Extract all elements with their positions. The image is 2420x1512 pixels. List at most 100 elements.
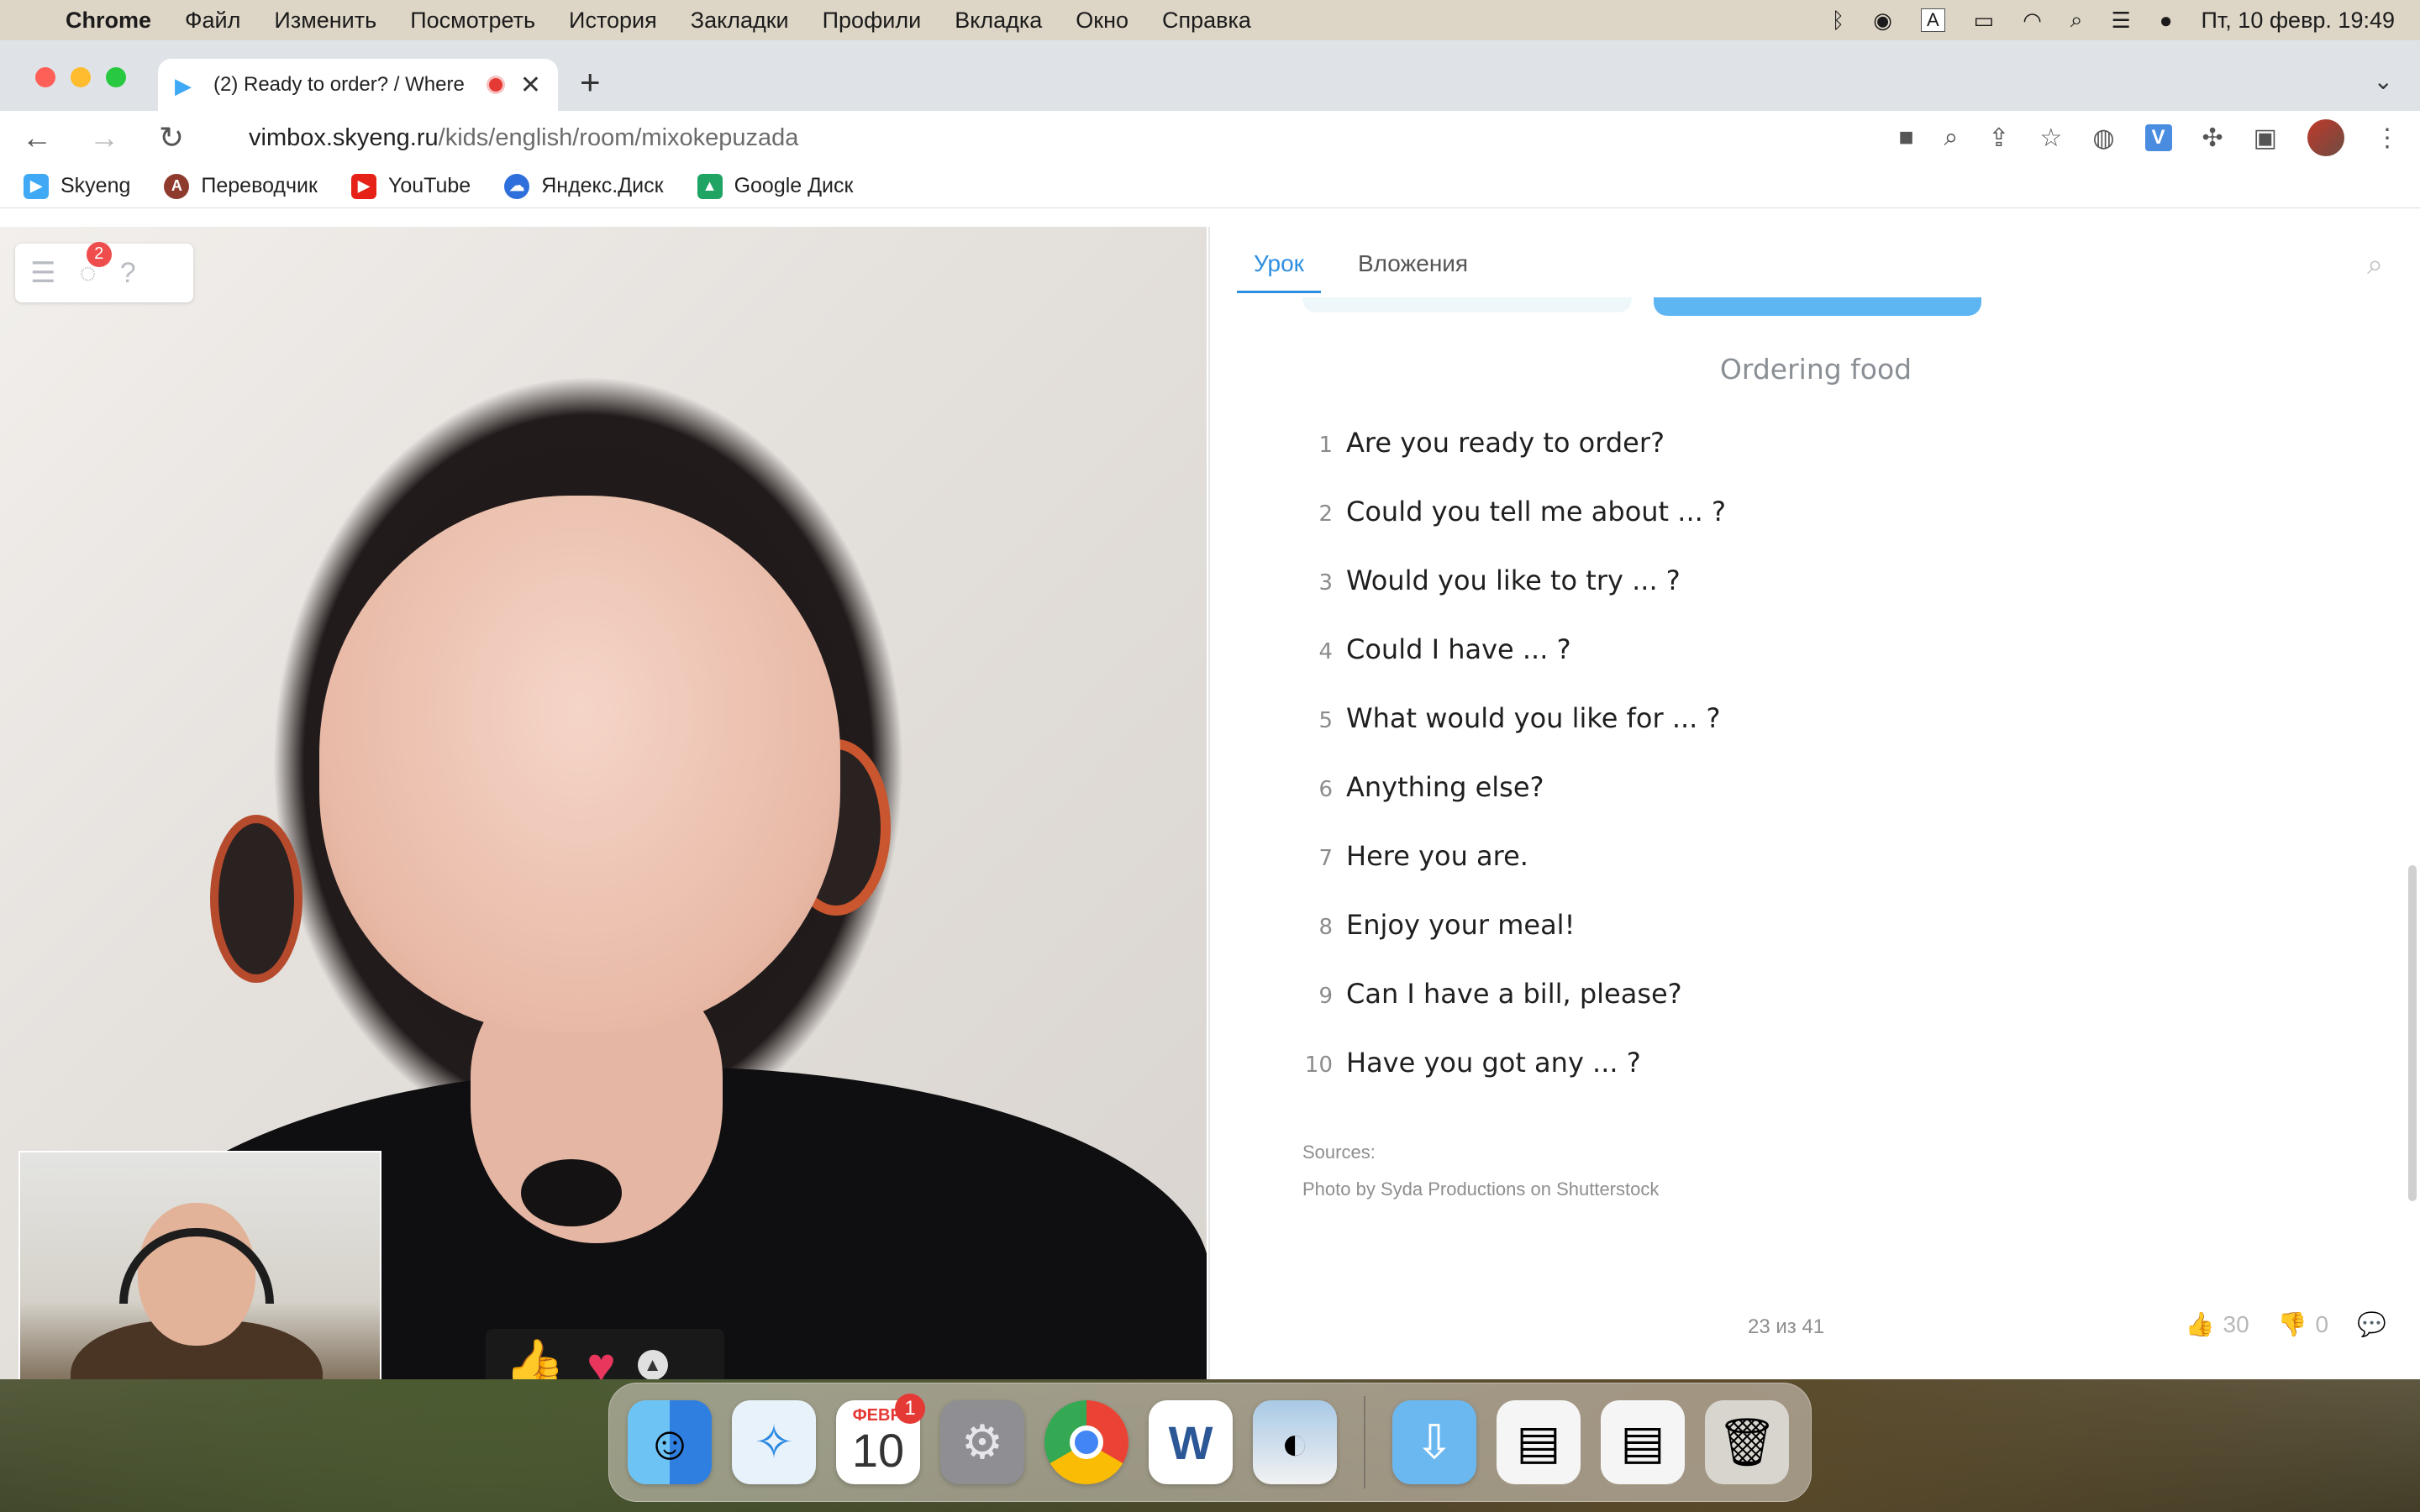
dock-recent-document-icon[interactable]: ▤ xyxy=(1497,1400,1581,1484)
menu-profiles[interactable]: Профили xyxy=(823,8,922,34)
like-button[interactable]: 👍 30 xyxy=(2186,1310,2249,1338)
new-tab-button[interactable]: + xyxy=(580,62,601,102)
dock-finder-icon[interactable]: ☺ xyxy=(628,1400,712,1484)
dock-chrome-icon[interactable] xyxy=(1044,1400,1128,1484)
thumbs-up-reaction-icon[interactable]: 👍 xyxy=(504,1336,565,1379)
address-bar[interactable]: vimbox.skyeng.ru/kids/english/room/mixok… xyxy=(230,124,798,152)
close-window-button[interactable] xyxy=(35,67,55,87)
chrome-menu-icon[interactable]: ⋮ xyxy=(2375,123,2400,153)
tab-attachments[interactable]: Вложения xyxy=(1358,242,1468,293)
menu-edit[interactable]: Изменить xyxy=(274,8,376,34)
list-item: 9 Can I have a bill, please? xyxy=(1302,978,1726,1047)
menu-view[interactable]: Посмотреть xyxy=(410,8,535,34)
dock-safari-icon[interactable]: ✧ xyxy=(732,1400,816,1484)
teacher-video-feed[interactable]: ☰ ◌ 2 ? 👍 ♥ ▲ xyxy=(0,227,1207,1379)
extension-v-icon[interactable]: V xyxy=(2144,124,2172,151)
user-account-icon[interactable]: ◉ xyxy=(1873,8,1892,34)
chat-bubble-icon[interactable]: ◌ 2 xyxy=(79,241,112,290)
bookmark-star-icon[interactable]: ☆ xyxy=(2039,123,2062,153)
dock-trash-icon[interactable]: 🗑 xyxy=(1705,1400,1789,1484)
lesson-scrollbar[interactable] xyxy=(2408,865,2417,1201)
slide-counter: 23 из 41 xyxy=(1748,1315,1825,1338)
previous-card-stub xyxy=(1302,297,1632,312)
forward-button[interactable]: → xyxy=(87,120,121,155)
dock-preview-icon[interactable]: ◐ xyxy=(1253,1400,1337,1484)
bookmark-label: Google Диск xyxy=(734,174,854,197)
profile-avatar[interactable] xyxy=(2307,119,2344,156)
side-panel-icon[interactable]: ▣ xyxy=(2254,123,2277,153)
heart-reaction-icon[interactable]: ♥ xyxy=(587,1337,615,1380)
siri-icon[interactable]: ● xyxy=(2160,8,2173,34)
minimize-window-button[interactable] xyxy=(71,67,91,87)
thumbs-up-icon: 👍 xyxy=(2185,1311,2215,1337)
menu-tab[interactable]: Вкладка xyxy=(955,8,1042,34)
item-text: Anything else? xyxy=(1346,771,1544,803)
video-figure-face xyxy=(319,496,840,1033)
extensions-puzzle-icon[interactable]: ✣ xyxy=(2202,123,2223,153)
bookmark-youtube[interactable]: ▶ YouTube xyxy=(350,173,471,199)
translate-globe-icon[interactable]: ◍ xyxy=(2092,123,2114,153)
item-text: Could I have ... ? xyxy=(1346,633,1571,665)
menu-hamburger-icon[interactable]: ☰ xyxy=(30,256,55,290)
spotlight-search-icon[interactable]: ⌕ xyxy=(2070,7,2083,34)
url-path: /kids/english/room/mixokepuzada xyxy=(438,123,799,151)
feedback-comment-icon[interactable]: 💬 xyxy=(2357,1310,2386,1338)
dock-word-icon[interactable]: W xyxy=(1149,1400,1233,1484)
item-text: Are you ready to order? xyxy=(1346,427,1665,459)
item-text: Can I have a bill, please? xyxy=(1346,978,1682,1010)
tab-close-icon[interactable]: ✕ xyxy=(520,71,541,100)
dock-calendar-icon[interactable]: ФЕВР. 10 1 xyxy=(836,1394,925,1484)
dock-downloads-folder-icon[interactable]: ⇩ xyxy=(1392,1400,1476,1484)
list-item: 1 Are you ready to order? xyxy=(1302,427,1726,496)
calendar-day: 10 xyxy=(851,1423,905,1477)
lesson-search-icon[interactable]: ⌕ xyxy=(2367,249,2383,281)
share-icon[interactable]: ⇪ xyxy=(1988,123,2009,153)
zoom-window-button[interactable] xyxy=(106,67,126,87)
google-drive-icon: ▲ xyxy=(697,173,723,199)
list-item: 6 Anything else? xyxy=(1302,771,1726,840)
back-button[interactable]: ← xyxy=(20,120,54,155)
reactions-expand-chevron-icon[interactable]: ▲ xyxy=(637,1350,668,1379)
item-number: 4 xyxy=(1318,639,1333,664)
dock-recent-document-2-icon[interactable]: ▤ xyxy=(1601,1400,1685,1484)
zoom-icon[interactable]: ⌕ xyxy=(1944,123,1958,152)
tab-search-chevron-icon[interactable]: ⌄ xyxy=(2374,67,2393,95)
menu-app-chrome[interactable]: Chrome xyxy=(66,8,151,34)
list-item: 5 What would you like for ... ? xyxy=(1302,702,1726,771)
menu-file[interactable]: Файл xyxy=(185,8,240,34)
item-text: Enjoy your meal! xyxy=(1346,909,1576,941)
camera-in-use-icon[interactable]: ■ xyxy=(1898,123,1913,152)
phrase-list: 1 Are you ready to order? 2 Could you tell… xyxy=(1302,427,1726,1116)
dock-system-settings-icon[interactable]: ⚙ xyxy=(940,1400,1024,1484)
tab-title: (2) Ready to order? / Where xyxy=(213,73,465,96)
item-number: 7 xyxy=(1318,846,1333,871)
bluetooth-icon[interactable]: ᛒ xyxy=(1832,8,1845,34)
reload-button[interactable]: ↻ xyxy=(155,120,188,155)
bookmark-skyeng[interactable]: ▶ Skyeng xyxy=(24,173,130,199)
wifi-icon[interactable]: ◠ xyxy=(2023,8,2042,34)
sources-credit: Photo by Syda Productions on Shutterstoc… xyxy=(1302,1179,1660,1200)
toolbar-actions: ■ ⌕ ⇪ ☆ ◍ V ✣ ▣ ⋮ xyxy=(1898,119,2400,156)
bookmarks-bar: ▶ Skyeng A Переводчик ▶ YouTube ☁ Яндекс… xyxy=(0,165,2420,208)
control-center-icon[interactable]: ☰ xyxy=(2111,8,2130,34)
self-video-headset xyxy=(119,1228,274,1304)
menu-history[interactable]: История xyxy=(569,8,657,34)
item-number: 2 xyxy=(1318,501,1333,527)
menu-clock[interactable]: Пт, 10 февр. 19:49 xyxy=(2202,8,2395,34)
menu-help[interactable]: Справка xyxy=(1162,8,1251,34)
tab-lesson[interactable]: Урок xyxy=(1237,242,1321,293)
input-source-icon[interactable]: A xyxy=(1920,8,1945,32)
bookmark-yandex-disk[interactable]: ☁ Яндекс.Диск xyxy=(504,173,664,199)
self-video-preview[interactable] xyxy=(18,1151,381,1379)
help-icon[interactable]: ? xyxy=(120,257,136,290)
dislike-button[interactable]: 👎 0 xyxy=(2278,1310,2328,1338)
tab-active[interactable]: ▶ (2) Ready to order? / Where ✕ xyxy=(158,59,558,111)
lesson-tabs: Урок Вложения xyxy=(1237,242,1468,293)
menu-bookmarks[interactable]: Закладки xyxy=(691,8,789,34)
browser-toolbar: ← → ↻ vimbox.skyeng.ru/kids/english/room… xyxy=(0,111,2420,165)
previous-button-stub[interactable] xyxy=(1654,297,1981,316)
bookmark-google-drive[interactable]: ▲ Google Диск xyxy=(697,173,854,199)
bookmark-translator[interactable]: A Переводчик xyxy=(164,173,318,199)
menu-window[interactable]: Окно xyxy=(1076,8,1128,34)
battery-icon[interactable]: ▭ xyxy=(1974,8,1995,34)
